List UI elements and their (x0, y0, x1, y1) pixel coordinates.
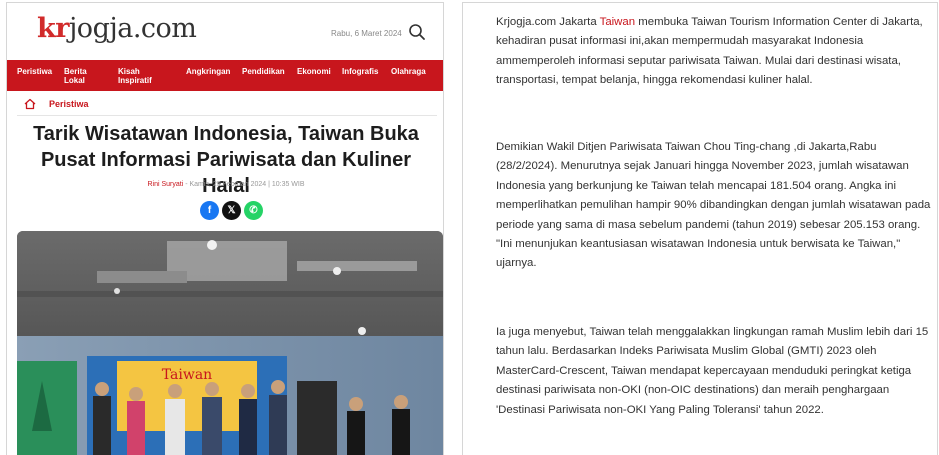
whatsapp-icon[interactable]: ✆ (244, 201, 263, 220)
logo-kr: kr (37, 13, 69, 44)
breadcrumb-divider (17, 115, 437, 116)
taiwan-tag-link[interactable]: Taiwan (600, 16, 635, 28)
breadcrumb-category[interactable]: Peristiwa (49, 99, 89, 109)
banner-text: Taiwan (162, 367, 212, 383)
screenshot-stage: krjogja.com Rabu, 6 Maret 2024 Peristiwa… (0, 0, 939, 455)
article-paragraph-2: Demikian Wakil Ditjen Pariwisata Taiwan … (496, 141, 931, 270)
article-meta: Rini Suryati - Kamis, 29 Februari 2024 |… (7, 181, 443, 188)
nav-item-pendidikan[interactable]: Pendidikan (242, 67, 285, 76)
article-photo: Taiwan (17, 231, 443, 455)
facebook-icon[interactable]: f (200, 201, 219, 220)
mobile-page-panel: krjogja.com Rabu, 6 Maret 2024 Peristiwa… (6, 2, 444, 455)
article-date: - Kamis, 29 Februari 2024 | 10:35 WIB (183, 181, 305, 188)
article-body-panel: Krjogja.com Jakarta Taiwan membuka Taiwa… (462, 2, 938, 455)
article-paragraph-1: Krjogja.com Jakarta Taiwan membuka Taiwa… (496, 13, 936, 91)
breadcrumb: Peristiwa (17, 94, 437, 116)
site-header: krjogja.com Rabu, 6 Maret 2024 (7, 3, 443, 59)
nav-item-kisah-inspiratif[interactable]: Kisah Inspiratif (118, 67, 164, 85)
home-icon[interactable] (23, 97, 37, 111)
main-nav: Peristiwa Berita Lokal Kisah Inspiratif … (7, 60, 443, 91)
nav-item-peristiwa[interactable]: Peristiwa (17, 67, 52, 76)
search-icon[interactable] (407, 22, 427, 42)
site-logo[interactable]: krjogja.com (37, 13, 197, 44)
share-buttons: f 𝕏 ✆ (200, 201, 263, 220)
x-icon[interactable]: 𝕏 (222, 201, 241, 220)
article-author[interactable]: Rini Suryati (147, 181, 183, 188)
event-photo-illustration: Taiwan (17, 231, 443, 455)
header-date: Rabu, 6 Maret 2024 (331, 29, 402, 38)
logo-rest: jogja.com (68, 13, 197, 44)
nav-item-olahraga[interactable]: Olahraga (391, 67, 426, 76)
nav-item-ekonomi[interactable]: Ekonomi (297, 67, 331, 76)
nav-item-angkringan[interactable]: Angkringan (186, 67, 230, 76)
nav-item-berita-lokal[interactable]: Berita Lokal (64, 67, 100, 85)
p1-text-a: Krjogja.com Jakarta (496, 16, 600, 28)
nav-item-infografis[interactable]: Infografis (342, 67, 378, 76)
article-paragraph-3: Ia juga menyebut, Taiwan telah menggalak… (496, 326, 929, 416)
